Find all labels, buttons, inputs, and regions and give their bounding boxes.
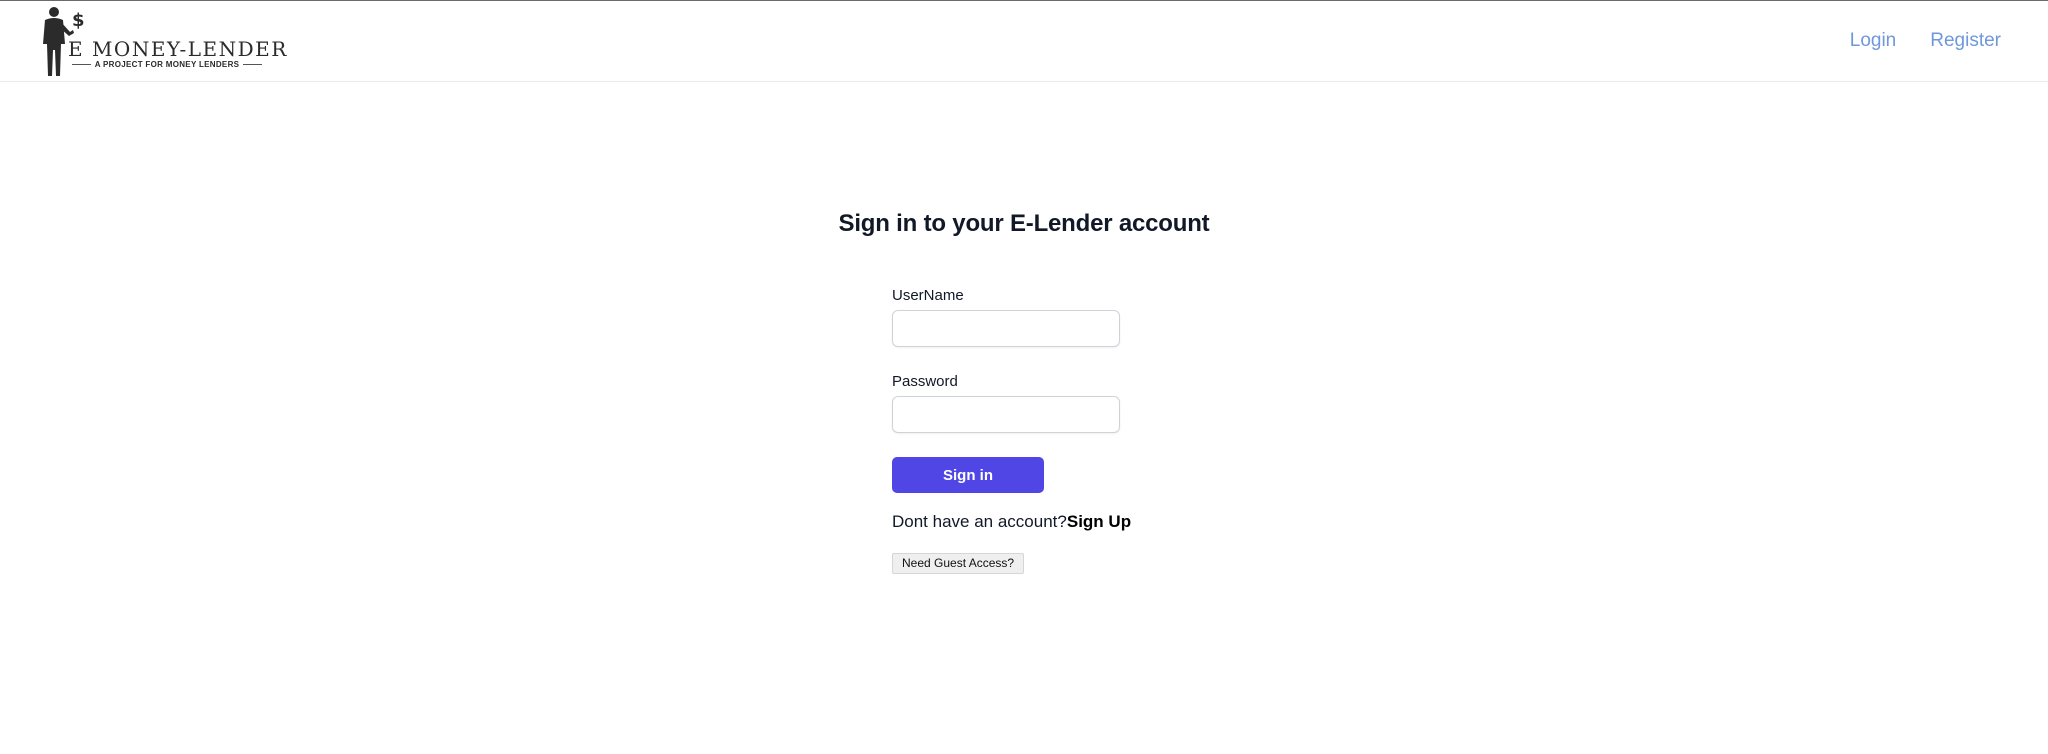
logo-divider-right: [243, 64, 262, 65]
password-label: Password: [892, 373, 958, 390]
username-input[interactable]: [892, 310, 1120, 347]
logo-subtitle: A PROJECT FOR MONEY LENDERS: [72, 60, 262, 69]
nav-login-link[interactable]: Login: [1850, 30, 1897, 52]
username-field-group: UserName: [892, 287, 1132, 347]
svg-text:$: $: [72, 10, 85, 31]
username-label: UserName: [892, 287, 964, 304]
navbar: $ E MONEY-LENDER A PROJECT FOR MONEY LEN…: [0, 1, 2048, 82]
signup-link[interactable]: Sign Up: [1067, 512, 1131, 531]
logo-title: E MONEY-LENDER: [68, 37, 288, 61]
signin-button[interactable]: Sign in: [892, 457, 1044, 493]
top-nav: Login Register: [1850, 30, 2001, 52]
page-title: Sign in to your E-Lender account: [838, 210, 1210, 237]
logo-subtitle-text: A PROJECT FOR MONEY LENDERS: [94, 60, 240, 69]
signup-row: Dont have an account?Sign Up: [892, 512, 1132, 532]
signup-prompt: Dont have an account?: [892, 512, 1067, 531]
logo-divider-left: [72, 64, 91, 65]
guest-access-button[interactable]: Need Guest Access?: [892, 553, 1025, 574]
password-input[interactable]: [892, 396, 1120, 433]
password-field-group: Password: [892, 373, 1132, 433]
logo[interactable]: $ E MONEY-LENDER A PROJECT FOR MONEY LEN…: [40, 6, 286, 78]
signin-form: UserName Password Sign in Dont have an a…: [892, 287, 1132, 574]
nav-register-link[interactable]: Register: [1930, 30, 2001, 52]
